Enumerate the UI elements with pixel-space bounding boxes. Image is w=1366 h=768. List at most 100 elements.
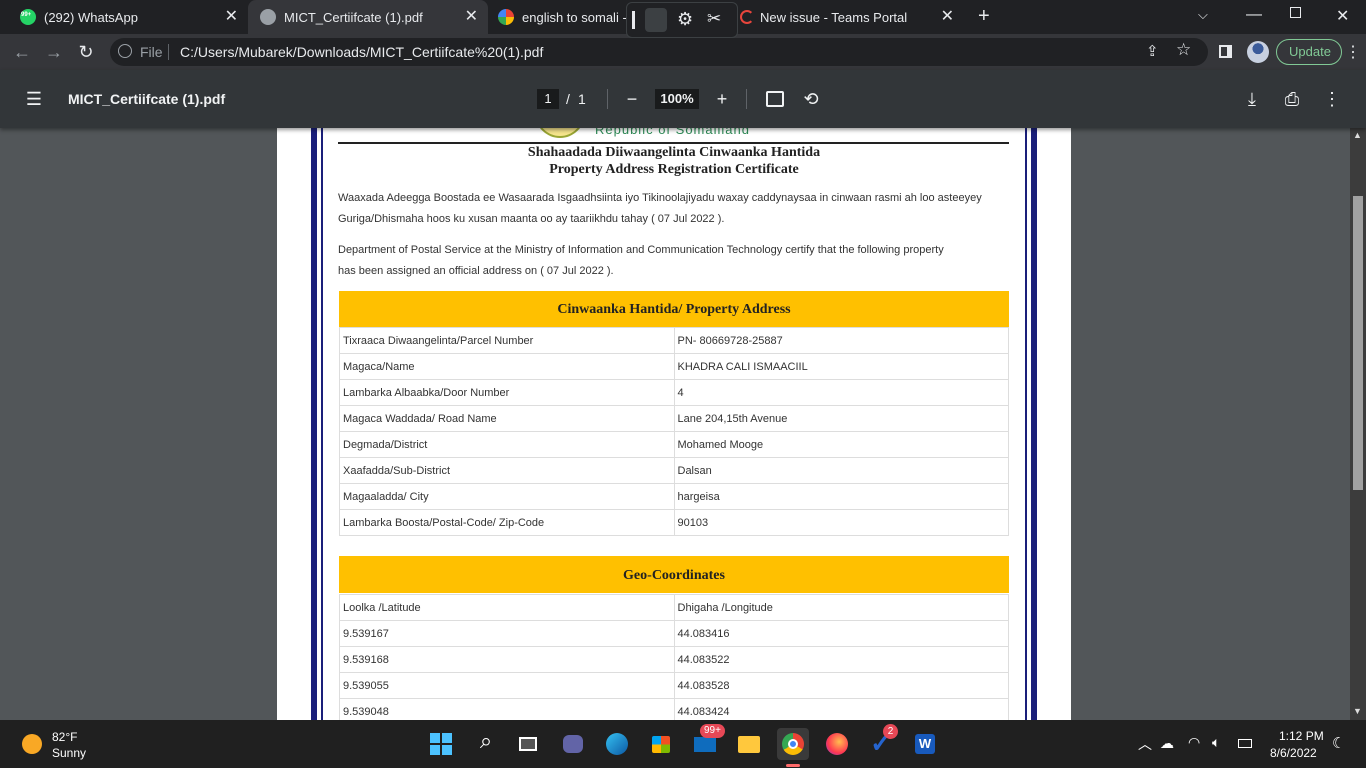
chevron-up-icon[interactable]: ︿ (1138, 734, 1152, 754)
globe-icon (260, 9, 276, 25)
table-row: Xaafadda/Sub-District Dalsan (339, 457, 1009, 484)
more-options-icon[interactable]: ⋮ (1320, 87, 1344, 111)
zoom-input[interactable]: 100% (655, 89, 699, 109)
tab-title: (292) WhatsApp (44, 9, 138, 25)
task-view-icon[interactable] (513, 728, 545, 760)
file-explorer-icon[interactable] (733, 728, 765, 760)
value-cell: Dhigaha /Longitude (673, 594, 1009, 621)
whatsapp-icon: 99+ (20, 9, 36, 25)
side-panel-icon[interactable] (1219, 45, 1232, 58)
minimize-icon[interactable]: — (1246, 6, 1262, 24)
paragraph-somali: Waaxada Adeegga Boostada ee Wasaarada Is… (338, 192, 982, 225)
table-row: Loolka /Latitude Dhigaha /Longitude (339, 594, 1009, 621)
zoom-out-icon[interactable]: − (620, 87, 644, 111)
page-number-input[interactable]: 1 (537, 89, 559, 109)
clock-time[interactable]: 1:12 PM (1279, 729, 1324, 743)
weather-text[interactable]: Sunny (52, 746, 86, 760)
notification-icon[interactable]: ☾ (1332, 734, 1345, 752)
sun-icon[interactable] (22, 734, 42, 754)
property-address-header: Cinwaanka Hantida/ Property Address (339, 291, 1009, 327)
close-window-icon[interactable]: ✕ (1336, 6, 1349, 26)
tab-search-icon[interactable]: ⌵ (1198, 7, 1208, 23)
battery-icon[interactable] (1238, 739, 1252, 748)
wifi-icon[interactable]: ◠ (1188, 734, 1200, 751)
share-icon[interactable]: ⇪ (1146, 42, 1159, 60)
paragraph-english: Department of Postal Service at the Mini… (338, 244, 944, 277)
tab-title: MICT_Certiifcate (1).pdf (284, 9, 423, 25)
close-icon[interactable]: ✕ (465, 8, 478, 26)
temperature[interactable]: 82°F (52, 730, 77, 744)
taskbar: 82°F Sunny ⌕ 99+ ✓ 2 W ︿ ☁ ◠ 🔈︎ 1:12 PM 8… (0, 720, 1366, 768)
floating-tab-menu: ⚙ ✂ (626, 2, 738, 38)
label-cell: Tixraaca Diwaangelinta/Parcel Number (339, 327, 675, 354)
menu-icon[interactable]: ⋮ (1345, 42, 1361, 62)
close-icon[interactable]: ✕ (225, 8, 238, 26)
table-row: Magaca/Name KHADRA CALI ISMAACIIL (339, 353, 1009, 380)
value-cell: 44.083424 (673, 698, 1009, 720)
clock-date[interactable]: 8/6/2022 (1270, 746, 1317, 760)
page-border-left-inner (321, 128, 323, 720)
label-cell: Degmada/District (339, 431, 675, 458)
word-icon[interactable]: W (909, 728, 941, 760)
edge-icon[interactable] (601, 728, 633, 760)
volume-icon[interactable]: 🔈︎ (1212, 734, 1220, 751)
label-cell: 9.539167 (339, 620, 675, 647)
firefox-icon[interactable] (821, 728, 853, 760)
page-border-right (1031, 128, 1037, 720)
hamburger-icon[interactable]: ☰ (22, 87, 46, 111)
rotate-icon[interactable]: ⟲ (799, 87, 823, 111)
new-tab-button[interactable]: + (978, 5, 990, 28)
star-icon[interactable]: ☆ (1176, 40, 1191, 60)
value-cell: KHADRA CALI ISMAACIIL (673, 353, 1009, 380)
label-cell: Xaafadda/Sub-District (339, 457, 675, 484)
value-cell: PN- 80669728-25887 (673, 327, 1009, 354)
gear-icon[interactable]: ⚙ (677, 9, 693, 30)
table-row: 9.539055 44.083528 (339, 672, 1009, 699)
geo-table: Loolka /Latitude Dhigaha /Longitude 9.5391… (339, 594, 1009, 720)
scroll-down-arrow[interactable]: ▼ (1353, 706, 1362, 716)
geo-coordinates-header: Geo-Coordinates (339, 556, 1009, 593)
tab-translate[interactable]: english to somali - G (488, 0, 628, 34)
unpin-icon[interactable]: ✂ (707, 9, 721, 29)
store-icon[interactable] (645, 728, 677, 760)
scroll-thumb[interactable] (1353, 196, 1363, 490)
pdf-viewer[interactable]: Republic of Somaliland Shahaadada Diiwaa… (0, 128, 1366, 720)
table-row: 9.539167 44.083416 (339, 620, 1009, 647)
address-bar[interactable]: File C:/Users/Mubarek/Downloads/MICT_Cer… (110, 38, 1208, 66)
divider (168, 44, 169, 60)
forward-icon[interactable]: → (42, 40, 66, 64)
avatar[interactable] (1247, 41, 1269, 63)
value-cell: Dalsan (673, 457, 1009, 484)
back-icon[interactable]: ← (10, 40, 34, 64)
print-icon[interactable]: ⎙ (1280, 87, 1304, 111)
search-icon[interactable]: ⌕ (470, 728, 502, 760)
tab-teams[interactable]: New issue - Teams Portal ✕ (738, 0, 964, 34)
network-cloud-icon[interactable]: ☁ (1160, 735, 1174, 752)
reload-icon[interactable]: ↻ (74, 40, 98, 64)
teams-chat-icon[interactable] (557, 728, 589, 760)
label-cell: 9.539168 (339, 646, 675, 673)
mail-icon[interactable]: 99+ (689, 724, 725, 760)
zoom-in-icon[interactable]: + (710, 87, 734, 111)
loading-icon (740, 10, 754, 24)
close-icon[interactable]: ✕ (941, 8, 954, 26)
restore-icon[interactable] (1290, 7, 1301, 18)
chrome-icon[interactable] (777, 728, 809, 767)
drag-handle[interactable] (632, 11, 635, 29)
value-cell: 4 (673, 379, 1009, 406)
fit-page-icon[interactable] (766, 91, 784, 107)
scrollbar[interactable]: ▲ ▼ (1350, 128, 1366, 720)
label-cell: Magaca/Name (339, 353, 675, 380)
update-button[interactable]: Update (1276, 39, 1342, 65)
tab-pdf[interactable]: MICT_Certiifcate (1).pdf ✕ (248, 0, 488, 34)
scroll-up-arrow[interactable]: ▲ (1353, 130, 1362, 140)
table-row: Tixraaca Diwaangelinta/Parcel Number PN- … (339, 327, 1009, 354)
table-row: Magaca Waddada/ Road Name Lane 204,15th A… (339, 405, 1009, 432)
value-cell: hargeisa (673, 483, 1009, 510)
todo-icon[interactable]: ✓ 2 (865, 724, 898, 760)
pdf-title: MICT_Certiifcate (1).pdf (68, 91, 226, 107)
tab-whatsapp[interactable]: 99+ (292) WhatsApp ✕ (8, 0, 248, 34)
download-icon[interactable]: ⤓ (1240, 87, 1264, 111)
tab-title: english to somali - G (522, 9, 628, 25)
start-icon[interactable] (425, 728, 457, 760)
